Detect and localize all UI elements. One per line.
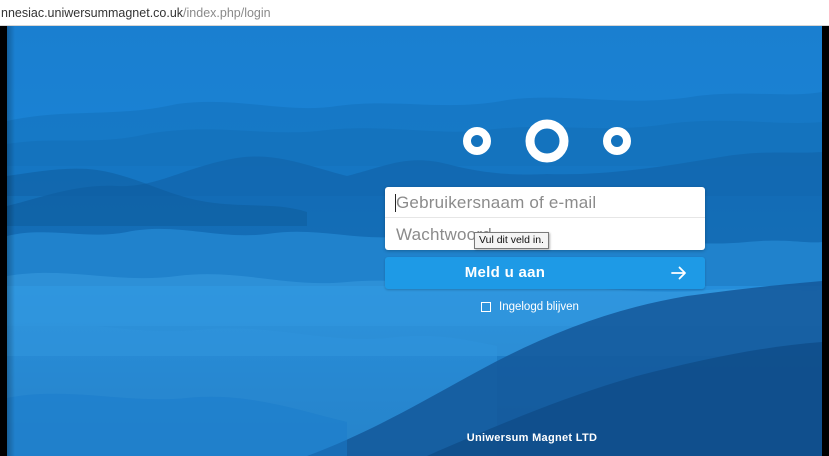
login-button-label: Meld u aan xyxy=(464,264,546,281)
login-button[interactable]: Meld u aan xyxy=(385,257,705,289)
login-page: Gebruikersnaam of e-mail Wachtwoord Vul … xyxy=(7,26,822,456)
username-placeholder: Gebruikersnaam of e-mail xyxy=(396,193,597,212)
validation-tooltip: Vul dit veld in. xyxy=(474,232,549,249)
edge-shadow xyxy=(7,26,15,456)
username-input[interactable]: Gebruikersnaam of e-mail xyxy=(385,187,705,218)
remember-me[interactable]: Ingelogd blijven xyxy=(481,299,579,315)
address-bar[interactable]: nnesiac.uniwersummagnet.co.uk/index.php/… xyxy=(0,0,829,26)
checkbox-icon[interactable] xyxy=(481,302,491,312)
nextcloud-logo-icon xyxy=(463,119,631,163)
url-host: nnesiac.uniwersummagnet.co.uk xyxy=(1,6,184,20)
url-path: /index.php/login xyxy=(183,6,271,20)
footer-company-name: Uniwersum Magnet LTD xyxy=(466,432,598,444)
text-caret xyxy=(395,194,396,212)
arrow-right-icon xyxy=(671,266,686,280)
screenshot-frame: nnesiac.uniwersummagnet.co.uk/index.php/… xyxy=(0,0,829,456)
remember-me-label: Ingelogd blijven xyxy=(499,301,579,313)
